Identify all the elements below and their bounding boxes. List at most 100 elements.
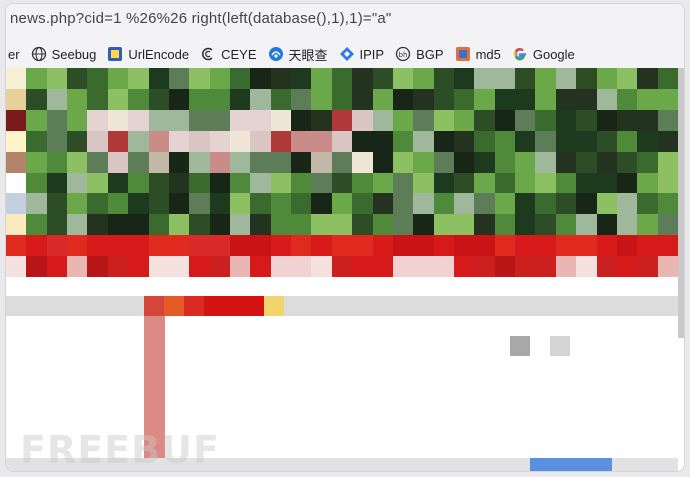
mosaic-cell bbox=[291, 256, 312, 278]
mosaic-cell bbox=[372, 256, 393, 278]
mosaic-cell bbox=[616, 130, 638, 152]
mosaic-cell bbox=[128, 277, 149, 298]
mosaic-cell bbox=[311, 172, 332, 194]
mosaic-cell bbox=[26, 130, 47, 152]
mosaic-cell bbox=[331, 193, 353, 215]
mosaic-cell bbox=[107, 277, 129, 298]
mosaic-cell bbox=[433, 193, 454, 215]
mosaic-cell bbox=[413, 172, 434, 194]
bookmark-urlencode[interactable]: UrlEncode bbox=[107, 43, 189, 65]
mosaic-cell bbox=[189, 172, 210, 194]
mosaic-cell bbox=[453, 109, 475, 131]
mosaic-cell bbox=[107, 68, 129, 89]
mosaic-cell bbox=[148, 235, 169, 257]
mosaic-cell bbox=[128, 109, 149, 131]
mosaic-cell bbox=[392, 130, 414, 152]
bookmark-md5[interactable]: md5 bbox=[455, 43, 501, 65]
mosaic-cell bbox=[128, 172, 149, 194]
bookmark-google[interactable]: Google bbox=[512, 43, 575, 65]
mosaic-cell bbox=[291, 88, 312, 110]
bookmark-ipip[interactable]: IPIP bbox=[339, 43, 384, 65]
mosaic-cell bbox=[535, 214, 556, 236]
mosaic-cell bbox=[291, 68, 312, 89]
bookmarks-bar: er Seebug UrlEncode CEYE 天眼查 IPIP bh BGP… bbox=[6, 38, 684, 71]
mosaic-cell bbox=[637, 88, 658, 110]
pixelated-square bbox=[550, 336, 570, 356]
mosaic-cell bbox=[250, 172, 271, 194]
mosaic-cell bbox=[372, 151, 393, 173]
mosaic-cell bbox=[515, 151, 536, 173]
mosaic-cell bbox=[107, 235, 129, 257]
mosaic-cell bbox=[270, 256, 292, 278]
mosaic-cell bbox=[657, 193, 678, 215]
mosaic-cell bbox=[596, 130, 617, 152]
mosaic-cell bbox=[26, 109, 47, 131]
mosaic-cell bbox=[229, 68, 251, 89]
mosaic-cell bbox=[311, 256, 332, 278]
mosaic-cell bbox=[413, 256, 434, 278]
mosaic-cell bbox=[67, 277, 88, 298]
mosaic-cell bbox=[433, 214, 454, 236]
mosaic-cell bbox=[453, 151, 475, 173]
globe-icon bbox=[31, 46, 47, 62]
mosaic-cell bbox=[331, 130, 353, 152]
bookmark-partial[interactable]: er bbox=[8, 43, 20, 65]
mosaic-cell bbox=[555, 130, 577, 152]
bookmark-tianyancha[interactable]: 天眼查 bbox=[268, 43, 328, 65]
mosaic-cell bbox=[616, 109, 638, 131]
mosaic-cell bbox=[128, 68, 149, 89]
mosaic-cell bbox=[311, 151, 332, 173]
mosaic-cell bbox=[413, 68, 434, 89]
bookmark-seebug[interactable]: Seebug bbox=[31, 43, 96, 65]
mosaic-cell bbox=[148, 151, 169, 173]
mosaic-cell bbox=[291, 277, 312, 298]
mosaic-cell bbox=[596, 193, 617, 215]
bookmark-bgp[interactable]: bh BGP bbox=[395, 43, 444, 65]
mosaic-cell bbox=[494, 88, 516, 110]
watermark-logo: FREEBUF bbox=[20, 428, 220, 471]
mosaic-cell bbox=[352, 109, 373, 131]
address-bar[interactable]: news.php?cid=1 %26%26 right(left(databas… bbox=[6, 4, 684, 38]
mosaic-cell bbox=[433, 151, 454, 173]
mosaic-cell bbox=[657, 130, 678, 152]
mosaic-cell bbox=[46, 68, 68, 89]
mosaic-cell bbox=[372, 109, 393, 131]
mosaic-cell bbox=[616, 68, 638, 89]
mosaic-cell bbox=[168, 193, 190, 215]
mosaic-cell bbox=[576, 214, 597, 236]
url-text[interactable]: news.php?cid=1 %26%26 right(left(databas… bbox=[10, 10, 391, 27]
mosaic-cell bbox=[616, 193, 638, 215]
mosaic-cell bbox=[107, 214, 129, 236]
scrollbar[interactable] bbox=[678, 68, 684, 338]
mosaic-cell bbox=[148, 277, 169, 298]
bookmark-ceye[interactable]: CEYE bbox=[200, 43, 257, 65]
mosaic-cell bbox=[413, 88, 434, 110]
mosaic-cell bbox=[596, 109, 617, 131]
mosaic-cell bbox=[291, 130, 312, 152]
mosaic-cell bbox=[67, 214, 88, 236]
mosaic-cell bbox=[392, 88, 414, 110]
mosaic-cell bbox=[229, 130, 251, 152]
mosaic-cell bbox=[26, 193, 47, 215]
mosaic-cell bbox=[515, 214, 536, 236]
mosaic-cell bbox=[229, 109, 251, 131]
mosaic-cell bbox=[107, 130, 129, 152]
mosaic-cell bbox=[331, 172, 353, 194]
mosaic-cell bbox=[189, 151, 210, 173]
mosaic-cell bbox=[576, 256, 597, 278]
mosaic-cell bbox=[189, 88, 210, 110]
mosaic-cell bbox=[168, 88, 190, 110]
mosaic-cell bbox=[209, 214, 230, 236]
mosaic-cell bbox=[311, 235, 332, 257]
mosaic-cell bbox=[6, 193, 27, 215]
mosaic-cell bbox=[291, 172, 312, 194]
mosaic-cell bbox=[229, 235, 251, 257]
nav-band bbox=[6, 296, 678, 316]
mosaic-cell bbox=[46, 256, 68, 278]
mosaic-cell bbox=[250, 214, 271, 236]
mosaic-cell bbox=[107, 256, 129, 278]
mosaic-cell bbox=[250, 68, 271, 89]
mosaic-cell bbox=[392, 277, 414, 298]
mosaic-cell bbox=[535, 130, 556, 152]
mosaic-cell bbox=[148, 172, 169, 194]
